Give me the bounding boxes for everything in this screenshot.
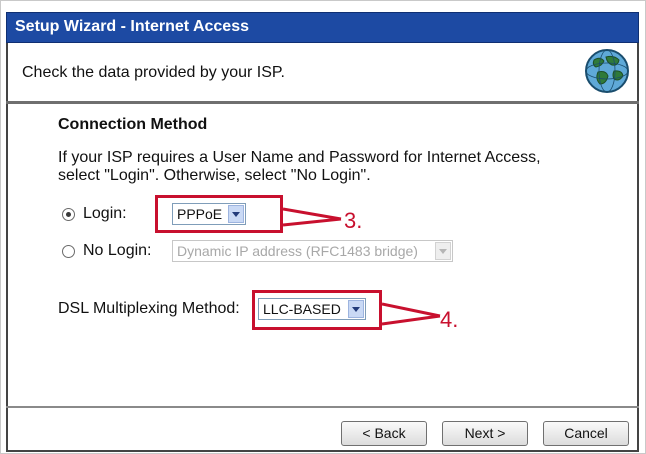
header-panel: Check the data provided by your ISP.	[6, 43, 639, 101]
globe-icon	[585, 49, 629, 93]
dsl-method-label: DSL Multiplexing Method:	[58, 300, 240, 317]
no-login-radio[interactable]	[62, 245, 75, 258]
no-login-label: No Login:	[83, 242, 152, 259]
highlight-box-step4	[252, 290, 382, 330]
section-title: Connection Method	[58, 116, 208, 133]
highlight-box-step3	[155, 195, 283, 233]
annotation-step3: 3.	[344, 208, 363, 233]
cancel-button[interactable]: Cancel	[543, 421, 629, 446]
no-login-type-value: Dynamic IP address (RFC1483 bridge)	[177, 243, 418, 259]
description-line-1: If your ISP requires a User Name and Pas…	[58, 149, 541, 166]
login-radio[interactable]	[62, 208, 75, 221]
annotation-arrow-step3	[283, 207, 342, 227]
chevron-down-icon	[435, 242, 451, 260]
window-title: Setup Wizard - Internet Access	[15, 18, 249, 35]
section-description: If your ISP requires a User Name and Pas…	[58, 149, 541, 185]
annotation-step4: 4.	[440, 307, 459, 332]
annotation-arrow-step4	[382, 302, 441, 326]
back-button[interactable]: < Back	[341, 421, 427, 446]
next-button[interactable]: Next >	[442, 421, 528, 446]
title-bar: Setup Wizard - Internet Access	[6, 12, 639, 43]
no-login-type-select[interactable]: Dynamic IP address (RFC1483 bridge)	[172, 240, 453, 262]
header-message: Check the data provided by your ISP.	[22, 64, 285, 81]
description-line-2: select "Login". Otherwise, select "No Lo…	[58, 167, 371, 184]
login-label: Login:	[83, 205, 127, 222]
